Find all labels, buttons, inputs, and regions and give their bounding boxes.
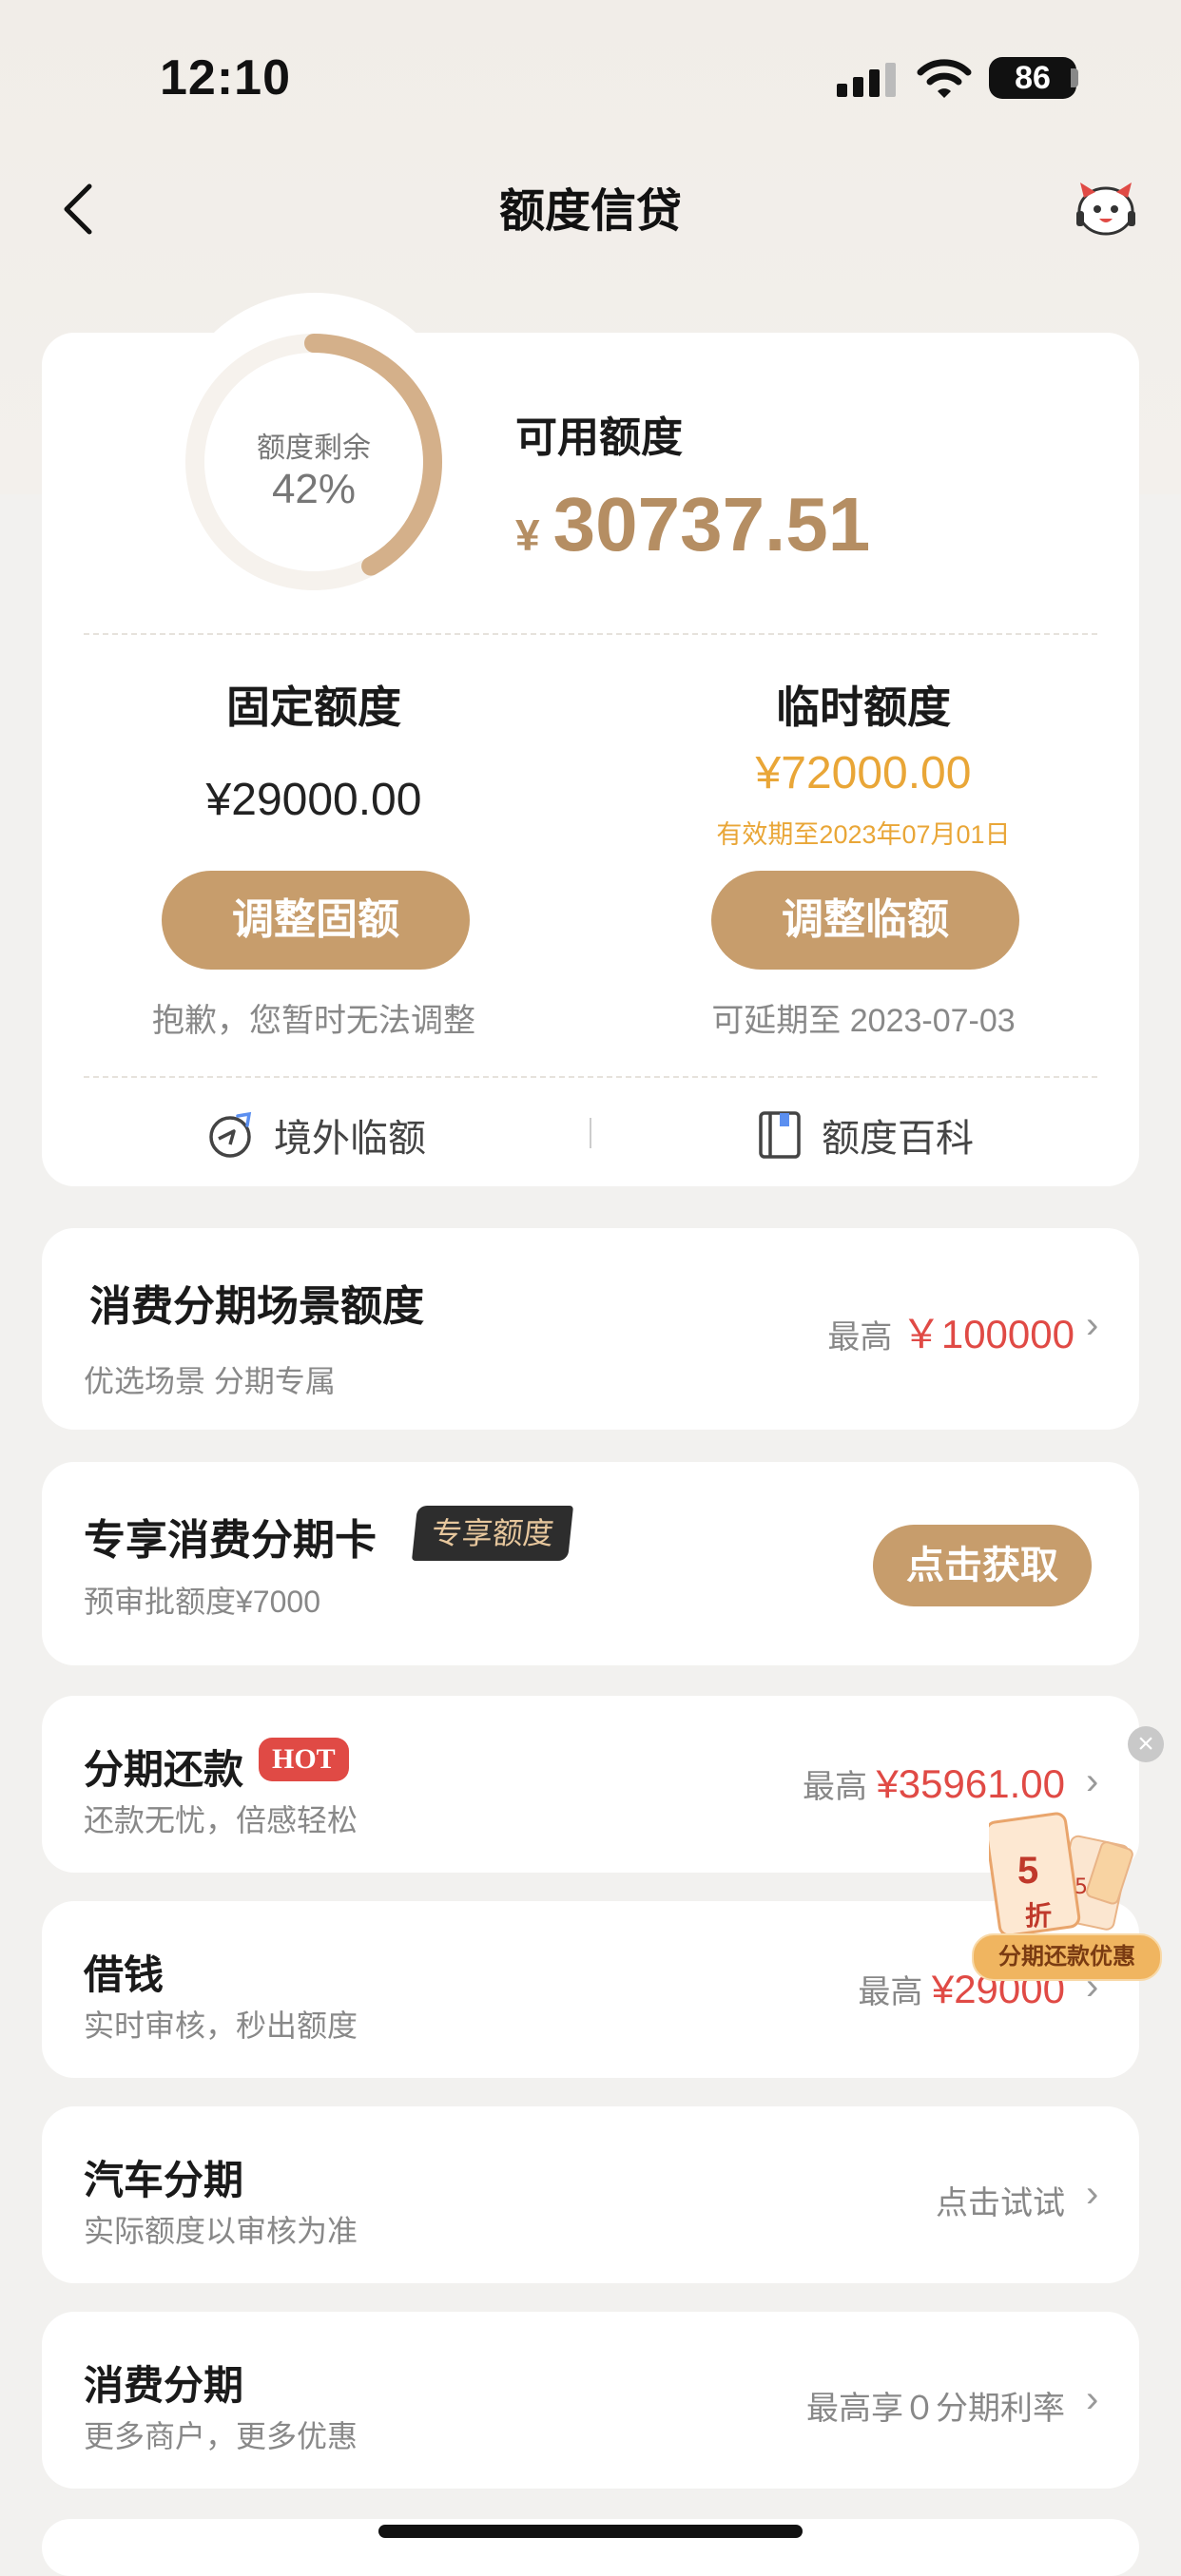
row-prefix: 点击试试 (936, 2185, 1065, 2221)
mascot-icon[interactable] (1073, 177, 1139, 240)
scene-sub: 优选场景 分期专属 (84, 1364, 336, 1398)
row-sub: 实际额度以审核为准 (84, 2214, 358, 2248)
wifi-icon (917, 59, 972, 98)
available-amount: 30737.51 (552, 482, 871, 567)
divider (84, 633, 1097, 635)
temp-value: ¥72000.00 (755, 748, 972, 798)
hot-badge: HOT (259, 1738, 349, 1781)
status-time: 12:10 (160, 50, 291, 106)
fixed-title: 固定额度 (226, 682, 401, 732)
overseas-link[interactable]: 境外临额 (205, 1105, 426, 1165)
ring-label: 额度剩余 (257, 433, 371, 464)
temp-note: 可延期至 2023-07-03 (711, 1003, 1016, 1039)
overseas-label: 境外临额 (274, 1118, 426, 1160)
battery-icon: 86 (989, 57, 1076, 99)
row-sub: 还款无忧，倍感轻松 (84, 1803, 358, 1837)
svg-text:5: 5 (1075, 1875, 1088, 1899)
row-title: 汽车分期 (84, 2158, 244, 2202)
row-sub: 实时审核，秒出额度 (84, 2009, 358, 2043)
adjust-fixed-button[interactable]: 调整固额 (162, 871, 470, 970)
exclusive-badge: 专享额度 (411, 1506, 574, 1561)
exclusive-title: 专享消费分期卡 (84, 1517, 377, 1564)
currency-symbol: ¥ (515, 510, 540, 560)
fixed-note: 抱歉，您暂时无法调整 (152, 1003, 475, 1039)
battery-tip (1071, 68, 1078, 87)
wiki-label: 额度百科 (822, 1118, 974, 1160)
page-title: 额度信贷 (498, 186, 682, 237)
adjust-temp-button[interactable]: 调整临额 (711, 871, 1019, 970)
row-sub: 更多商户，更多优惠 (84, 2419, 358, 2453)
available-label: 可用额度 (515, 414, 683, 461)
exclusive-sub: 预审批额度¥7000 (84, 1585, 320, 1619)
row-title: 消费分期 (84, 2363, 244, 2408)
row-title: 借钱 (84, 1952, 165, 1997)
promo-discount-unit: 折 (1025, 1901, 1053, 1931)
ring-percent: 42% (271, 466, 357, 512)
row-value: ¥35961.00 (876, 1761, 1065, 1806)
promo-discount-num: 5 (1017, 1850, 1039, 1892)
overseas-icon (209, 1111, 252, 1158)
row-prefix: 最高享０分期利率 (806, 2391, 1065, 2427)
close-icon[interactable]: × (1128, 1726, 1164, 1762)
temp-expiry: 有效期至2023年07月01日 (716, 820, 1011, 849)
fixed-value: ¥29000.00 (205, 775, 422, 825)
chevron-right-icon: › (1086, 1304, 1099, 1346)
get-offer-button[interactable]: 点击获取 (873, 1525, 1092, 1606)
divider (84, 1076, 1097, 1078)
chevron-right-icon: › (1086, 1760, 1099, 1802)
row-prefix: 最高 (858, 1974, 923, 2010)
scene-value: ￥100000 (900, 1312, 1075, 1356)
home-indicator[interactable] (378, 2525, 803, 2538)
scene-title: 消费分期场景额度 (89, 1283, 424, 1330)
temp-title: 临时额度 (776, 682, 951, 732)
row-title: 分期还款 (84, 1747, 244, 1792)
link-divider (590, 1118, 591, 1148)
chevron-right-icon: › (1086, 2378, 1099, 2420)
scene-prefix: 最高 (827, 1319, 893, 1355)
wiki-link[interactable]: 额度百科 (757, 1105, 974, 1165)
scene-limit: 最高 ￥100000 (666, 1302, 1075, 1360)
row-limit: 最高 ¥35961.00 (666, 1760, 1065, 1807)
promo-coupon[interactable]: 5 (984, 1806, 1151, 1953)
coupon-icon: 5 (984, 1812, 1133, 1937)
signal-icon (837, 63, 898, 97)
book-icon (759, 1111, 801, 1159)
promo-label[interactable]: 分期还款优惠 (972, 1933, 1162, 1981)
row-prefix: 最高 (803, 1769, 867, 1805)
available-value: ¥30737.51 (515, 481, 870, 568)
chevron-right-icon: › (1086, 2173, 1099, 2215)
